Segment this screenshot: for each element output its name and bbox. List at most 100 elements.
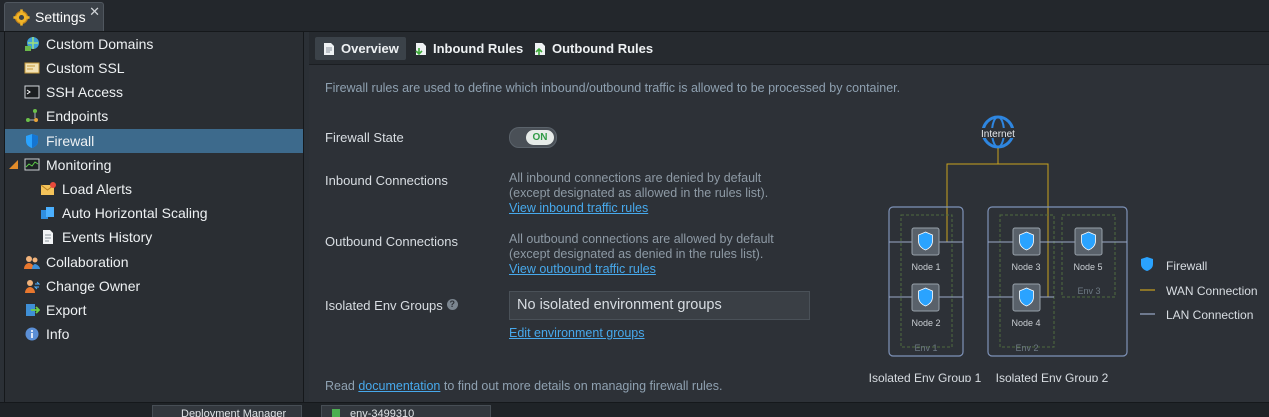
edit-environment-groups-link[interactable]: Edit environment groups [509,326,645,340]
shield-icon [1141,257,1153,271]
legend-firewall: Firewall [1166,259,1207,273]
tab-inbound-rules[interactable]: Inbound Rules [407,37,530,60]
footer-suffix: to find out more details on managing fir… [440,379,723,393]
export-icon [26,304,40,316]
envelope-alert-icon [40,182,56,195]
document-icon [43,230,53,244]
node-label: Node 1 [911,262,940,272]
isolated-env-groups-row: Isolated Env Groups? [325,298,458,313]
sidebar-item-label: SSH Access [46,84,124,100]
sidebar-item-change-owner[interactable]: Change Owner [5,274,303,298]
sidebar-item-ssh-access[interactable]: SSH Access [5,80,303,104]
outbound-connections-label: Outbound Connections [325,234,458,249]
firewall-state-label: Firewall State [325,130,404,145]
tab-deployment-manager[interactable]: Deployment Manager [152,405,302,417]
sidebar-item-export[interactable]: Export [5,298,303,322]
isolated-env-groups-field: No isolated environment groups [509,291,810,320]
tab-outbound-rules[interactable]: Outbound Rules [526,37,660,60]
sidebar-item-endpoints[interactable]: Endpoints [5,104,303,128]
tab-overview[interactable]: Overview [315,37,406,60]
sidebar-item-events-history[interactable]: Events History [5,225,303,249]
firewall-tabs: Overview Inbound Rules Outbound Rules [309,32,1269,65]
toggle-state: ON [526,130,554,145]
isolated-env-groups-label: Isolated Env Groups [325,298,443,313]
sidebar-item-custom-domains[interactable]: Custom Domains [5,32,303,56]
sidebar-item-label: Change Owner [46,278,141,294]
view-outbound-rules-link[interactable]: View outbound traffic rules [509,262,656,276]
firewall-state-toggle[interactable]: ON [509,127,557,148]
globe-network-icon [25,37,39,51]
sidebar-item-collaboration[interactable]: Collaboration [5,250,303,274]
sidebar-item-custom-ssl[interactable]: Custom SSL [5,56,303,80]
users-icon [24,256,40,269]
terminal-icon [24,85,40,99]
sidebar-item-auto-horizontal-scaling[interactable]: Auto Horizontal Scaling [5,201,303,225]
documentation-link[interactable]: documentation [358,379,440,393]
footer-prefix: Read [325,379,359,393]
sidebar-item-label: Load Alerts [62,181,133,197]
tab-label: Inbound Rules [433,41,524,56]
info-icon [25,327,39,341]
inbound-line-2: (except designated as allowed in the rul… [509,186,769,200]
settings-sidebar: Custom Domains Custom SSL SSH Access End… [4,32,304,402]
monitor-chart-icon [24,158,40,171]
legend-wan: WAN Connection [1166,284,1258,298]
window-tab-strip: Settings ✕ [0,0,1269,32]
sidebar-item-info[interactable]: Info [5,322,303,346]
sidebar-item-firewall[interactable]: Firewall [5,129,303,153]
tab-label: env-3499310 [350,408,415,417]
inbound-rules-icon [415,42,426,55]
node-5: Node 5 [1073,227,1103,272]
inbound-line-1: All inbound connections are denied by de… [509,171,762,185]
shield-icon [26,134,38,148]
outbound-connections-info: All outbound connections are allowed by … [509,232,774,277]
firewall-diagram: Internet Node 1 Node 2 Node 3 Node 4 Nod… [869,115,1258,382]
env-label: Env 2 [1015,343,1038,353]
diagram-legend: Firewall WAN Connection LAN Connection [1140,257,1258,322]
wan-lines [929,148,1089,298]
node-3: Node 3 [1011,227,1041,272]
node-4: Node 4 [1011,283,1041,328]
firewall-description: Firewall rules are used to define which … [325,81,901,95]
documentation-note: Read documentation to find out more deta… [325,379,722,393]
sidebar-item-label: Auto Horizontal Scaling [62,205,208,221]
expand-arrow-icon[interactable] [9,160,18,169]
env-3-box [1061,214,1116,298]
env-label: Env 3 [1077,286,1100,296]
inbound-connections-label: Inbound Connections [325,173,448,188]
sidebar-item-label: Monitoring [46,157,112,173]
isolated-group-2-box [987,206,1128,357]
tab-label: Outbound Rules [552,41,654,56]
environment-status-icon [332,409,340,417]
sidebar-item-load-alerts[interactable]: Load Alerts [5,177,303,201]
tab-label: Overview [341,41,399,56]
user-transfer-icon [25,280,40,293]
document-icon [324,42,334,55]
gear-icon [13,8,30,26]
endpoints-icon [26,109,38,122]
sidebar-item-label: Events History [62,229,153,245]
settings-tab[interactable]: Settings ✕ [4,2,104,31]
scaling-icon [41,207,54,219]
node-label: Node 3 [1011,262,1040,272]
sidebar-item-monitoring[interactable]: Monitoring [5,153,303,177]
settings-tab-title: Settings [35,9,86,25]
view-inbound-rules-link[interactable]: View inbound traffic rules [509,201,648,215]
sidebar-item-label: Export [46,302,87,318]
certificate-icon [24,62,40,74]
sidebar-item-label: Custom SSL [46,60,125,76]
outbound-line-1: All outbound connections are allowed by … [509,232,774,246]
tab-environment[interactable]: env-3499310 [321,405,491,417]
close-icon[interactable]: ✕ [89,4,100,20]
sidebar-item-label: Custom Domains [46,36,154,52]
sidebar-item-label: Collaboration [46,254,129,270]
bottom-tab-strip: Deployment Manager env-3499310 [0,402,1269,417]
inbound-connections-info: All inbound connections are denied by de… [509,171,768,216]
help-icon[interactable]: ? [446,299,458,310]
tab-label: Deployment Manager [181,408,287,417]
env-label: Env 1 [914,343,937,353]
node-label: Node 5 [1073,262,1102,272]
sidebar-item-label: Endpoints [46,108,109,124]
outbound-rules-icon [535,42,545,55]
globe-icon: Internet [976,115,1020,149]
